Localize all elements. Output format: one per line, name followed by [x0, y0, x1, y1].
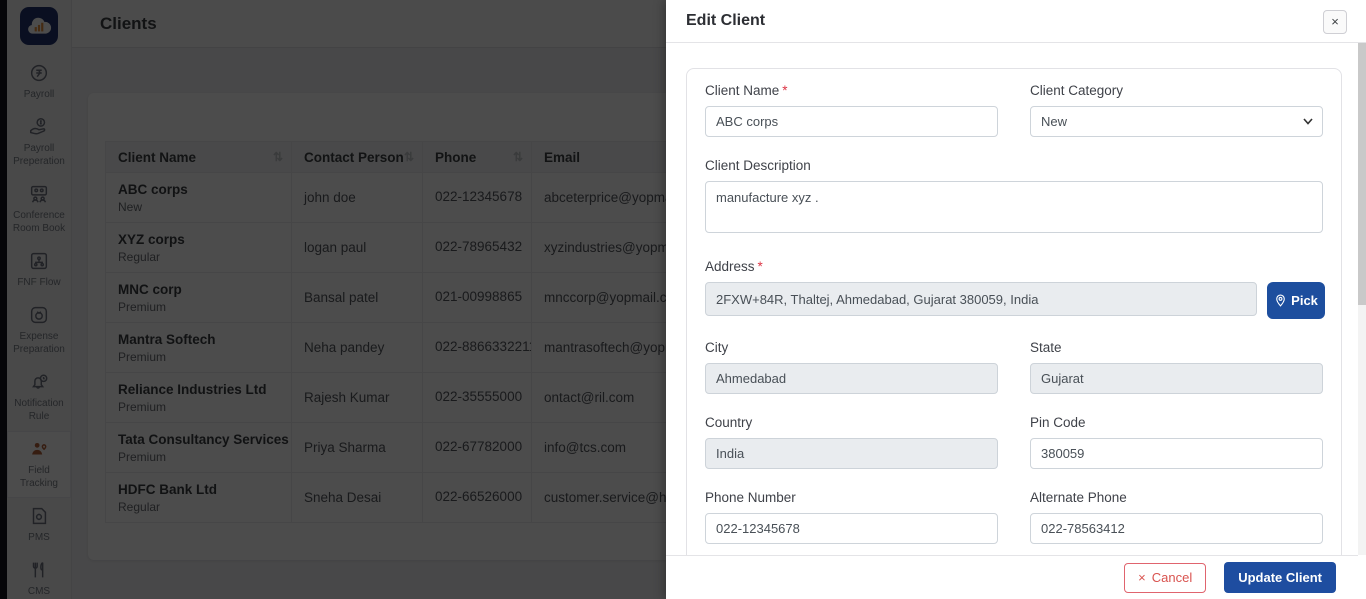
pin-code-input[interactable]	[1030, 438, 1323, 469]
modal-scrollbar-thumb[interactable]	[1358, 43, 1366, 305]
edit-client-modal: Edit Client × Client Name* Client Catego…	[666, 0, 1366, 599]
app-window: Payroll Payroll Preperation Conference R…	[0, 0, 1366, 599]
alternate-phone-input[interactable]	[1030, 513, 1323, 544]
cancel-x-icon: ×	[1138, 570, 1146, 585]
client-name-label: Client Name *	[705, 83, 788, 98]
close-icon[interactable]: ×	[1323, 10, 1347, 34]
update-client-button[interactable]: Update Client	[1224, 562, 1336, 593]
state-input[interactable]	[1030, 363, 1323, 394]
pin-code-label: Pin Code	[1030, 415, 1086, 430]
required-asterisk: *	[782, 83, 788, 98]
address-input[interactable]	[705, 282, 1258, 316]
city-input[interactable]	[705, 363, 998, 394]
address-label: Address *	[705, 259, 763, 274]
pick-location-button[interactable]: Pick	[1267, 282, 1325, 319]
modal-header: Edit Client ×	[666, 0, 1366, 43]
country-label: Country	[705, 415, 753, 430]
modal-footer: × Cancel Update Client	[666, 555, 1358, 599]
state-label: State	[1030, 340, 1062, 355]
location-pin-icon	[1276, 294, 1286, 307]
client-description-label: Client Description	[705, 158, 811, 173]
client-description-textarea[interactable]: manufacture xyz .	[705, 181, 1323, 233]
modal-scrollbar[interactable]	[1358, 43, 1366, 555]
modal-body: Client Name* Client Category New	[666, 43, 1358, 555]
edit-client-form: Client Name* Client Category New	[686, 68, 1342, 555]
phone-number-label: Phone Number	[705, 490, 796, 505]
client-category-select[interactable]: New	[1030, 106, 1323, 137]
alternate-phone-label: Alternate Phone	[1030, 490, 1127, 505]
required-asterisk: *	[757, 259, 763, 274]
client-category-label: Client Category	[1030, 83, 1124, 98]
phone-number-input[interactable]	[705, 513, 998, 544]
cancel-button[interactable]: × Cancel	[1124, 562, 1207, 593]
country-input[interactable]	[705, 438, 998, 469]
modal-title: Edit Client	[686, 12, 766, 29]
client-name-input[interactable]	[705, 106, 998, 137]
city-label: City	[705, 340, 729, 355]
